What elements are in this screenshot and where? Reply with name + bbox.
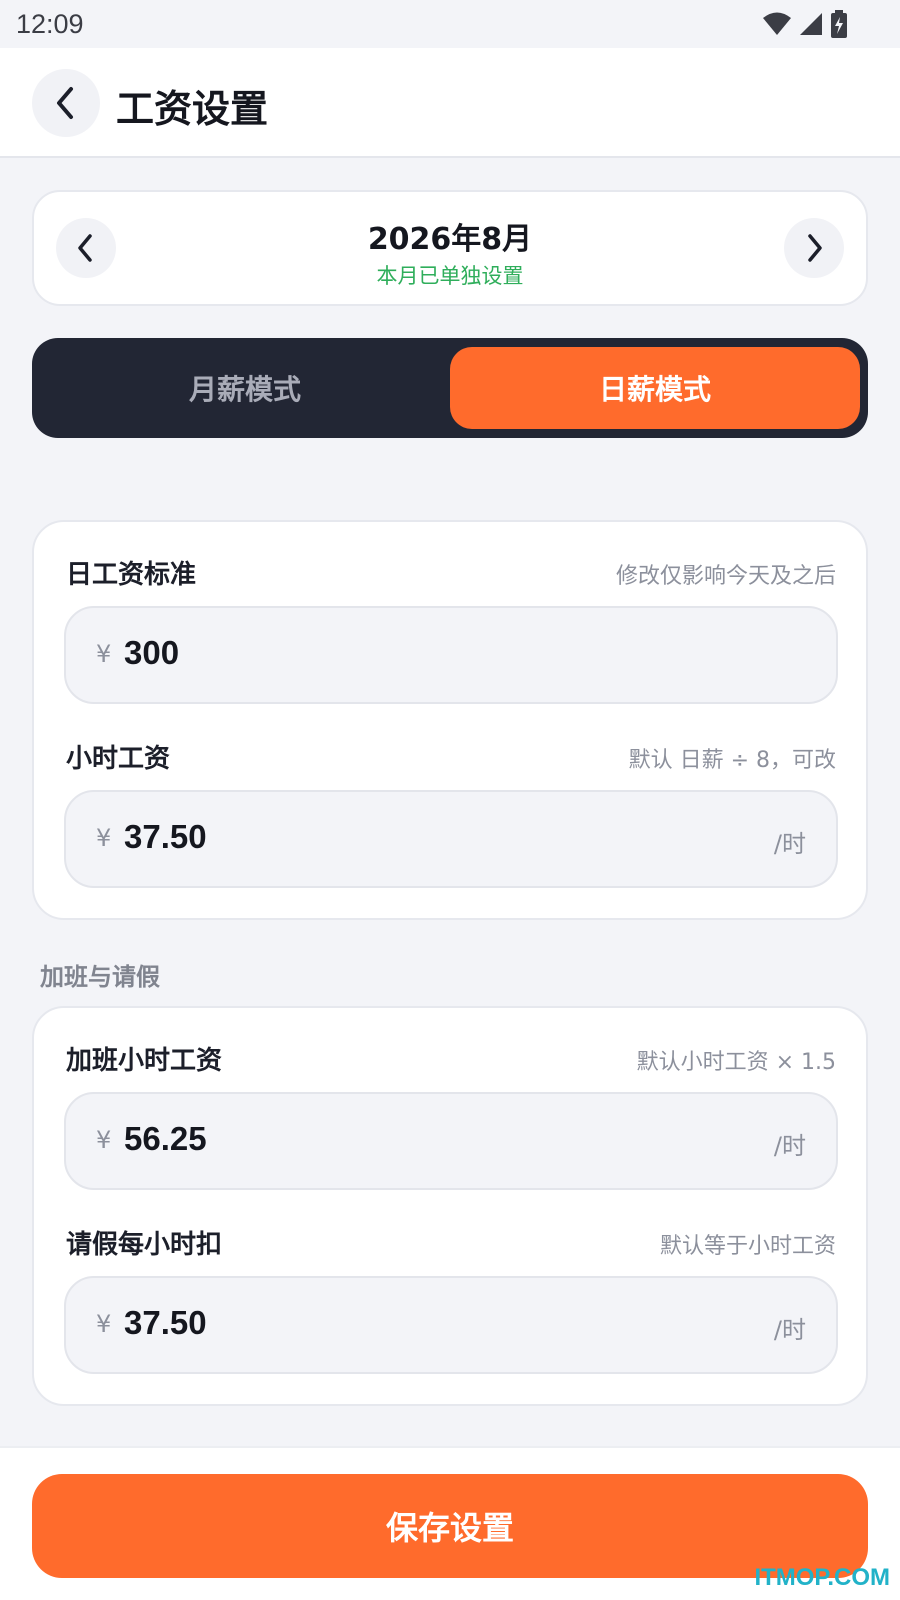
wifi-icon (763, 12, 791, 35)
month-status: 本月已单独设置 (376, 264, 524, 288)
unit-label: /时 (773, 1132, 806, 1160)
hourly-wage-input[interactable]: ¥ 37.50 /时 (64, 790, 838, 888)
overtime-hourly-input[interactable]: ¥ 56.25 /时 (64, 1092, 838, 1190)
currency-symbol: ¥ (96, 1126, 112, 1154)
back-button[interactable] (32, 69, 100, 137)
salary-card: 日工资标准 修改仅影响今天及之后 ¥ 300 小时工资 默认 日薪 ÷ 8，可改… (32, 520, 868, 920)
save-button[interactable]: 保存设置 (32, 1474, 868, 1578)
status-icons (762, 10, 848, 38)
chevron-right-icon (808, 234, 822, 262)
next-month-button[interactable] (784, 218, 844, 278)
overtime-card: 加班小时工资 默认小时工资 × 1.5 ¥ 56.25 /时 请假每小时扣 默认… (32, 1006, 868, 1406)
currency-symbol: ¥ (96, 640, 112, 668)
month-selector: 2026年8月 本月已单独设置 (32, 190, 868, 306)
overtime-hourly-hint: 默认小时工资 × 1.5 (636, 1050, 836, 1075)
unit-label: /时 (773, 1316, 806, 1344)
leave-deduction-value: 37.50 (124, 1304, 207, 1341)
hourly-wage-label: 小时工资 (66, 744, 171, 774)
tab-daily-mode[interactable]: 日薪模式 (450, 347, 860, 429)
daily-wage-value: 300 (124, 634, 180, 671)
chevron-left-icon (57, 87, 73, 119)
status-bar: 12:09 (0, 0, 900, 48)
leave-deduction-hint: 默认等于小时工资 (659, 1234, 836, 1259)
hourly-wage-value: 37.50 (124, 818, 207, 855)
battery-icon (831, 10, 847, 38)
daily-wage-input[interactable]: ¥ 300 (64, 606, 838, 704)
mode-toggle: 月薪模式 日薪模式 (32, 338, 868, 438)
status-time: 12:09 (16, 9, 84, 39)
page-title: 工资设置 (116, 87, 269, 131)
daily-wage-hint: 修改仅影响今天及之后 (615, 564, 836, 589)
header: 工资设置 (0, 48, 900, 158)
leave-deduction-label: 请假每小时扣 (66, 1230, 223, 1260)
overtime-hourly-value: 56.25 (124, 1120, 207, 1157)
currency-symbol: ¥ (96, 1310, 112, 1338)
overtime-hourly-label: 加班小时工资 (66, 1046, 223, 1076)
unit-label: /时 (773, 830, 806, 858)
currency-symbol: ¥ (96, 824, 112, 852)
hourly-wage-hint: 默认 日薪 ÷ 8，可改 (628, 748, 836, 773)
signal-icon (800, 13, 822, 35)
daily-wage-label: 日工资标准 (66, 560, 197, 590)
leave-deduction-input[interactable]: ¥ 37.50 /时 (64, 1276, 838, 1374)
section-title-overtime: 加班与请假 (40, 963, 160, 991)
watermark: ITMOP.COM (754, 1564, 890, 1591)
month-title: 2026年8月 (367, 222, 533, 257)
tab-monthly-mode[interactable]: 月薪模式 (40, 347, 450, 429)
